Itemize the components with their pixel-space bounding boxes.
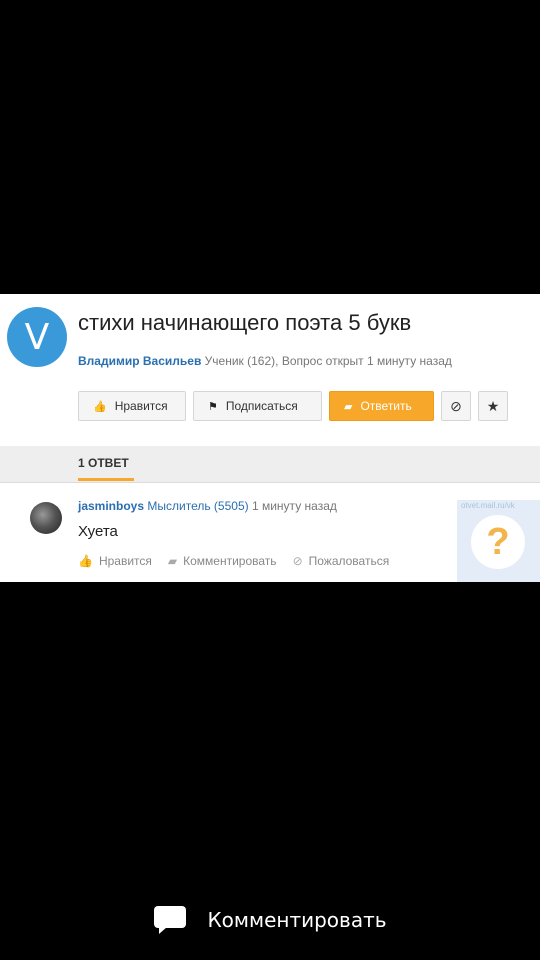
answerer-avatar[interactable] <box>30 502 62 534</box>
answer-meta: jasminboys Мыслитель (5505) 1 минуту наз… <box>78 499 337 513</box>
question-title: стихи начинающего поэта 5 букв <box>78 310 412 335</box>
answers-tabbar: 1 ОТВЕТ <box>0 446 540 483</box>
question-mark-icon: ? <box>471 515 525 569</box>
author-rank: Ученик (162), <box>204 354 279 368</box>
author-avatar[interactable]: V <box>7 307 67 367</box>
answerer-rank: Мыслитель (5505) <box>147 499 249 513</box>
tab-answers[interactable]: 1 ОТВЕТ <box>78 456 129 470</box>
star-icon: ★ <box>486 397 500 414</box>
answer-like-button[interactable]: 👍 Нравится <box>78 554 152 568</box>
answer-report-button[interactable]: ⊘ Пожаловаться <box>293 554 390 568</box>
thumbs-up-icon: 👍 <box>78 554 93 568</box>
comment-bar[interactable]: Комментировать <box>0 898 540 942</box>
watermark-badge: otvet.mail.ru/vk ? <box>457 500 540 582</box>
speech-bubble-icon: ▰ <box>344 400 353 413</box>
answer-like-label: Нравится <box>98 554 152 568</box>
question-meta: Владимир Васильев Ученик (162), Вопрос о… <box>78 354 452 368</box>
answer-actions: 👍 Нравится ▰ Комментировать ⊘ Пожаловаться <box>78 554 389 568</box>
comment-bar-label: Комментировать <box>207 908 387 932</box>
comment-icon: ▰ <box>167 554 178 568</box>
like-button[interactable]: 👍 Нравится <box>78 391 186 421</box>
answer-button[interactable]: ▰ Ответить <box>329 391 434 421</box>
block-icon: ⊘ <box>450 397 462 414</box>
prohibited-icon: ⊘ <box>292 554 303 568</box>
avatar-letter: V <box>24 316 50 358</box>
author-link[interactable]: Владимир Васильев <box>78 354 201 368</box>
answer-report-label: Пожаловаться <box>308 554 390 568</box>
watermark-symbol: ? <box>486 520 510 563</box>
favorite-button[interactable]: ★ <box>478 391 508 421</box>
answer-comment-button[interactable]: ▰ Комментировать <box>168 554 277 568</box>
question-status: Вопрос открыт 1 минуту назад <box>281 354 452 368</box>
thumbs-up-icon: 👍 <box>93 400 107 413</box>
answer-comment-label: Комментировать <box>183 554 277 568</box>
block-button[interactable]: ⊘ <box>441 391 471 421</box>
tab-active-indicator <box>78 478 134 481</box>
question-card: V стихи начинающего поэта 5 букв Владими… <box>0 294 540 582</box>
bookmark-icon: ⚑ <box>208 400 218 413</box>
subscribe-button[interactable]: ⚑ Подписаться <box>193 391 322 421</box>
answer-label: Ответить <box>360 399 412 413</box>
question-actions: 👍 Нравится ⚑ Подписаться ▰ Ответить ⊘ ★ <box>78 391 508 423</box>
answerer-username[interactable]: jasminboys <box>78 499 144 513</box>
like-label: Нравится <box>114 399 168 413</box>
chat-bubble-icon <box>153 905 189 935</box>
subscribe-label: Подписаться <box>225 399 298 413</box>
answer-text: Хуета <box>78 523 118 540</box>
answer-time: 1 минуту назад <box>251 499 337 513</box>
watermark-site: otvet.mail.ru/vk <box>461 501 515 510</box>
